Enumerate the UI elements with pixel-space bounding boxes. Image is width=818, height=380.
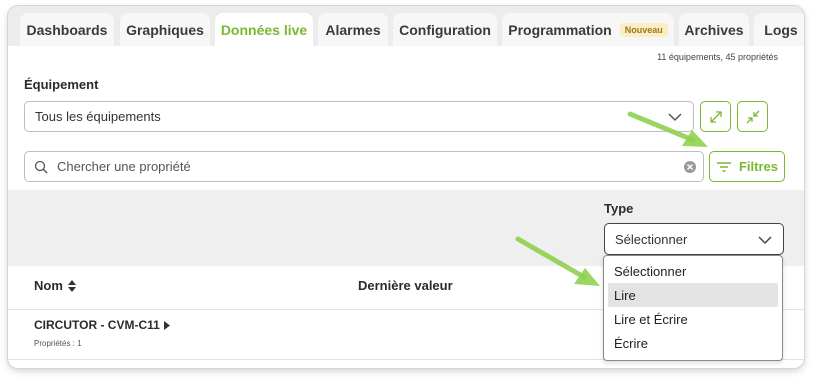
search-input[interactable] [57, 159, 657, 174]
clear-icon[interactable] [683, 160, 697, 174]
tab-label: Programmation [508, 21, 612, 38]
tab-dashboards[interactable]: Dashboards [20, 13, 114, 46]
search-field [24, 151, 704, 182]
equipment-select[interactable]: Tous les équipements [24, 101, 694, 132]
sort-icon [67, 279, 76, 292]
column-label: Nom [34, 278, 63, 293]
tab-label: Alarmes [325, 21, 381, 38]
column-header-nom[interactable]: Nom [34, 278, 76, 293]
tab-graphiques[interactable]: Graphiques [120, 13, 210, 46]
tab-label: Archives [684, 21, 744, 38]
type-label: Type [604, 201, 634, 216]
filter-icon [716, 161, 731, 172]
type-option-ecrire[interactable]: Écrire [608, 331, 778, 355]
row-title[interactable]: CIRCUTOR - CVM-C11 [34, 318, 170, 332]
tab-label: Logs [764, 21, 798, 38]
tab-label: Données live [220, 21, 308, 38]
tab-configuration[interactable]: Configuration [393, 13, 497, 46]
row-subtitle: Propriétés : 1 [34, 339, 82, 348]
tab-label: Dashboards [26, 21, 108, 38]
tab-archives[interactable]: Archives [679, 13, 749, 46]
type-option-selectionner[interactable]: Sélectionner [608, 259, 778, 283]
expand-icon [709, 110, 722, 123]
row-name: CIRCUTOR - CVM-C11 [34, 318, 160, 332]
new-badge: Nouveau [619, 22, 668, 37]
tab-alarmes[interactable]: Alarmes [318, 13, 388, 46]
column-header-derniere-valeur: Dernière valeur [358, 278, 453, 293]
collapse-icon [746, 110, 759, 123]
filters-label: Filtres [738, 159, 778, 174]
equipment-label: Équipement [24, 77, 99, 92]
tab-logs[interactable]: Logs [754, 13, 804, 46]
type-dropdown-menu: Sélectionner Lire Lire et Écrire Écrire [603, 255, 783, 361]
app-window: Dashboards Graphiques Données live Alarm… [8, 6, 804, 368]
chevron-down-icon [758, 236, 772, 245]
chevron-down-icon [668, 113, 682, 122]
tab-label: Graphiques [126, 21, 204, 38]
tab-bar: Dashboards Graphiques Données live Alarm… [8, 6, 804, 46]
type-option-lire[interactable]: Lire [608, 283, 778, 307]
search-icon [34, 160, 48, 174]
type-select-value: Sélectionner [615, 231, 688, 247]
type-option-lire-et-ecrire[interactable]: Lire et Écrire [608, 307, 778, 331]
tab-label: Configuration [399, 21, 491, 38]
summary-count: 11 équipements, 45 propriétés [657, 52, 778, 62]
expand-button[interactable] [700, 101, 731, 132]
chevron-right-icon [163, 320, 170, 330]
tab-programmation[interactable]: Programmation Nouveau [502, 13, 674, 46]
tab-donnees-live[interactable]: Données live [215, 13, 313, 46]
filters-button[interactable]: Filtres [709, 151, 785, 182]
type-select[interactable]: Sélectionner [604, 223, 784, 255]
collapse-button[interactable] [737, 101, 768, 132]
equipment-select-value: Tous les équipements [35, 109, 161, 124]
